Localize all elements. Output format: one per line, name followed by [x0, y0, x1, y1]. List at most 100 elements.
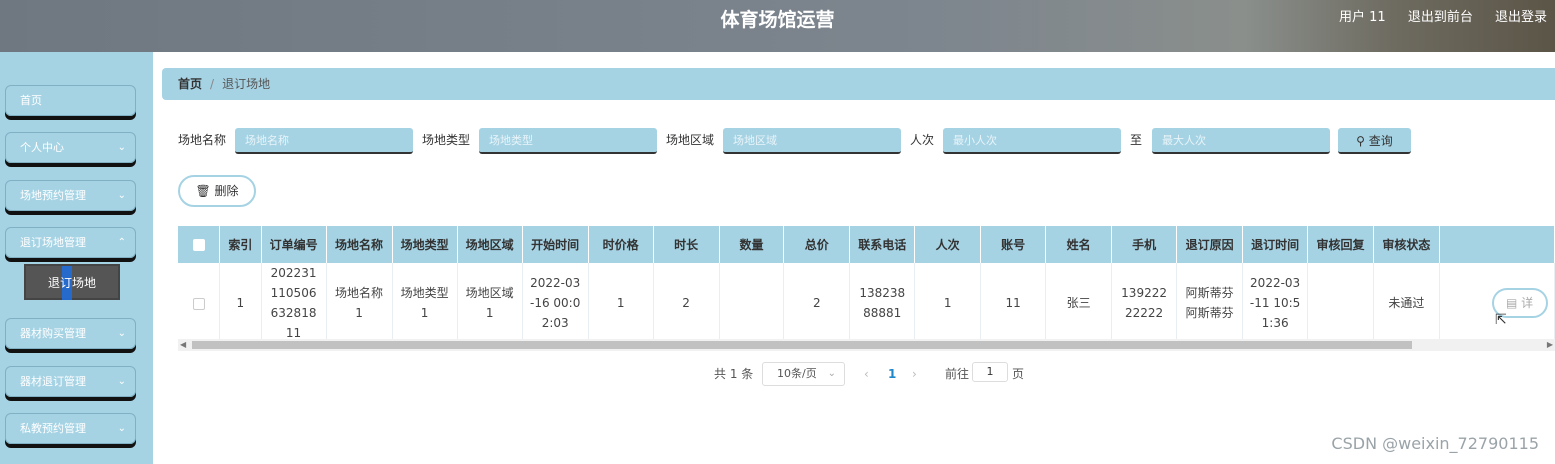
- people-max-input[interactable]: [1152, 128, 1330, 154]
- sidebar-item-label: 个人中心: [20, 141, 64, 154]
- table-cell: 2: [783, 263, 851, 344]
- table-cell: 场地名称1: [326, 263, 393, 344]
- table-cell: 2022-03-11 10:51:36: [1242, 263, 1309, 344]
- breadcrumb-current: 退订场地: [222, 77, 271, 91]
- query-button[interactable]: ⚲ 查询: [1338, 128, 1411, 154]
- chevron-up-icon: ⌃: [117, 237, 126, 248]
- page-size-select[interactable]: 10条/页 ⌄: [762, 362, 845, 386]
- table-cell: 张三: [1045, 263, 1113, 344]
- select-all-cell[interactable]: [178, 226, 221, 263]
- scroll-left-icon[interactable]: ◀: [180, 339, 186, 351]
- column-header: 时价格: [588, 226, 654, 263]
- top-header: 体育场馆运营 用户 11 退出到前台 退出登录: [0, 0, 1555, 52]
- people-min-input[interactable]: [943, 128, 1121, 154]
- next-page-icon[interactable]: ›: [912, 362, 917, 386]
- sidebar-item-equipment-cancel[interactable]: 器材退订管理 ⌄: [5, 366, 136, 397]
- chevron-down-icon: ⌄: [117, 142, 126, 153]
- search-icon: ⚲: [1356, 134, 1365, 148]
- column-header: 索引: [219, 226, 262, 263]
- sidebar-item-label: 器材购买管理: [20, 327, 86, 340]
- venue-name-input[interactable]: [235, 128, 413, 154]
- venue-type-input[interactable]: [479, 128, 657, 154]
- column-header: 账号: [980, 226, 1047, 263]
- venue-type-label: 场地类型: [422, 133, 471, 147]
- table-cell: [1307, 263, 1374, 344]
- column-header: 时长: [653, 226, 720, 263]
- prev-page-icon[interactable]: ‹: [864, 362, 869, 386]
- table-cell: 13823888881: [849, 263, 916, 344]
- page-number[interactable]: 1: [888, 362, 896, 386]
- sidebar-item-venue-cancel[interactable]: 退订场地管理 ⌃: [5, 227, 136, 258]
- column-header: 人次: [914, 226, 982, 263]
- venue-name-label: 场地名称: [178, 133, 227, 147]
- people-label: 人次: [910, 133, 935, 147]
- sidebar-item-label: 器材退订管理: [20, 375, 86, 388]
- horizontal-scrollbar[interactable]: ◀ ▶: [178, 339, 1555, 351]
- chevron-down-icon: ⌄: [827, 368, 836, 379]
- breadcrumb-separator: /: [210, 77, 215, 91]
- chevron-down-icon: ⌄: [117, 328, 126, 339]
- table-cell: 1: [914, 263, 982, 344]
- sidebar-item-label: 私教预约管理: [20, 422, 86, 435]
- row-select-cell[interactable]: [178, 263, 221, 344]
- user-area: 用户 11 退出到前台 退出登录: [1321, 0, 1547, 36]
- chevron-down-icon: ⌄: [117, 376, 126, 387]
- sidebar-item-coach-booking[interactable]: 私教预约管理 ⌄: [5, 413, 136, 444]
- table-row[interactable]: 1 20223111050663281811 场地名称1 场地类型1 场地区域1…: [178, 263, 1555, 344]
- table-cell: 2: [653, 263, 720, 344]
- column-header: 总价: [783, 226, 851, 263]
- document-icon: ▤: [1505, 296, 1518, 310]
- sidebar-subitem-cancel-venue[interactable]: 退订场地: [24, 264, 120, 300]
- sidebar-item-home[interactable]: 首页: [5, 85, 136, 116]
- table-cell: 1: [588, 263, 654, 344]
- page-unit-label: 页: [1012, 367, 1025, 381]
- delete-button[interactable]: 🗑 删除: [178, 175, 256, 207]
- column-header: 场地区域: [457, 226, 523, 263]
- column-header-actions: [1439, 226, 1555, 263]
- trash-icon: 🗑: [195, 184, 211, 198]
- table-cell: 场地类型1: [392, 263, 458, 344]
- table-cell: 1: [219, 263, 262, 344]
- sidebar-item-label: 退订场地管理: [20, 236, 86, 249]
- column-header: 数量: [719, 226, 785, 263]
- watermark: CSDN @weixin_72790115: [1331, 434, 1539, 453]
- current-user: 用户 11: [1339, 10, 1386, 25]
- table-cell: 13922222222: [1111, 263, 1178, 344]
- pagination-total: 共 1 条: [714, 367, 754, 381]
- logout-link[interactable]: 退出登录: [1495, 10, 1547, 25]
- sidebar-item-personal-center[interactable]: 个人中心 ⌄: [5, 132, 136, 163]
- goto-page-input[interactable]: 1: [972, 362, 1008, 382]
- table-cell: [719, 263, 785, 344]
- column-header: 场地名称: [326, 226, 393, 263]
- sidebar-item-label: 场地预约管理: [20, 189, 86, 202]
- chevron-down-icon: ⌄: [117, 423, 126, 434]
- sidebar-item-equipment-purchase[interactable]: 器材购买管理 ⌄: [5, 318, 136, 349]
- column-header: 审核回复: [1307, 226, 1374, 263]
- detail-button-label: 详: [1521, 296, 1534, 310]
- table-header-row: 索引 订单编号 场地名称 场地类型 场地区域 开始时间 时价格 时长 数量 总价…: [178, 226, 1555, 263]
- breadcrumb: 首页 / 退订场地: [162, 68, 1555, 100]
- back-to-front-link[interactable]: 退出到前台: [1408, 10, 1473, 25]
- delete-button-label: 删除: [214, 184, 239, 198]
- sidebar-subitem-label: 退订场地: [47, 276, 96, 290]
- page-size-value: 10条/页: [777, 367, 817, 380]
- select-all-checkbox[interactable]: [192, 239, 205, 251]
- sidebar-item-venue-booking[interactable]: 场地预约管理 ⌄: [5, 180, 136, 211]
- column-header: 联系电话: [849, 226, 916, 263]
- column-header: 订单编号: [261, 226, 327, 263]
- table-cell: 阿斯蒂芬阿斯蒂芬: [1176, 263, 1244, 344]
- column-header: 开始时间: [522, 226, 589, 263]
- table-cell: 2022-03-16 00:02:03: [522, 263, 589, 344]
- scroll-right-icon[interactable]: ▶: [1547, 339, 1553, 351]
- venue-area-input[interactable]: [723, 128, 901, 154]
- column-header: 退订原因: [1176, 226, 1244, 263]
- column-header: 审核状态: [1373, 226, 1440, 263]
- column-header: 手机: [1111, 226, 1178, 263]
- table-cell: 场地区域1: [457, 263, 523, 344]
- breadcrumb-home[interactable]: 首页: [178, 77, 202, 91]
- query-button-label: 查询: [1368, 134, 1393, 148]
- scrollbar-thumb[interactable]: [192, 341, 1412, 349]
- chevron-down-icon: ⌄: [117, 190, 126, 201]
- row-checkbox[interactable]: [192, 297, 205, 310]
- column-header: 姓名: [1045, 226, 1113, 263]
